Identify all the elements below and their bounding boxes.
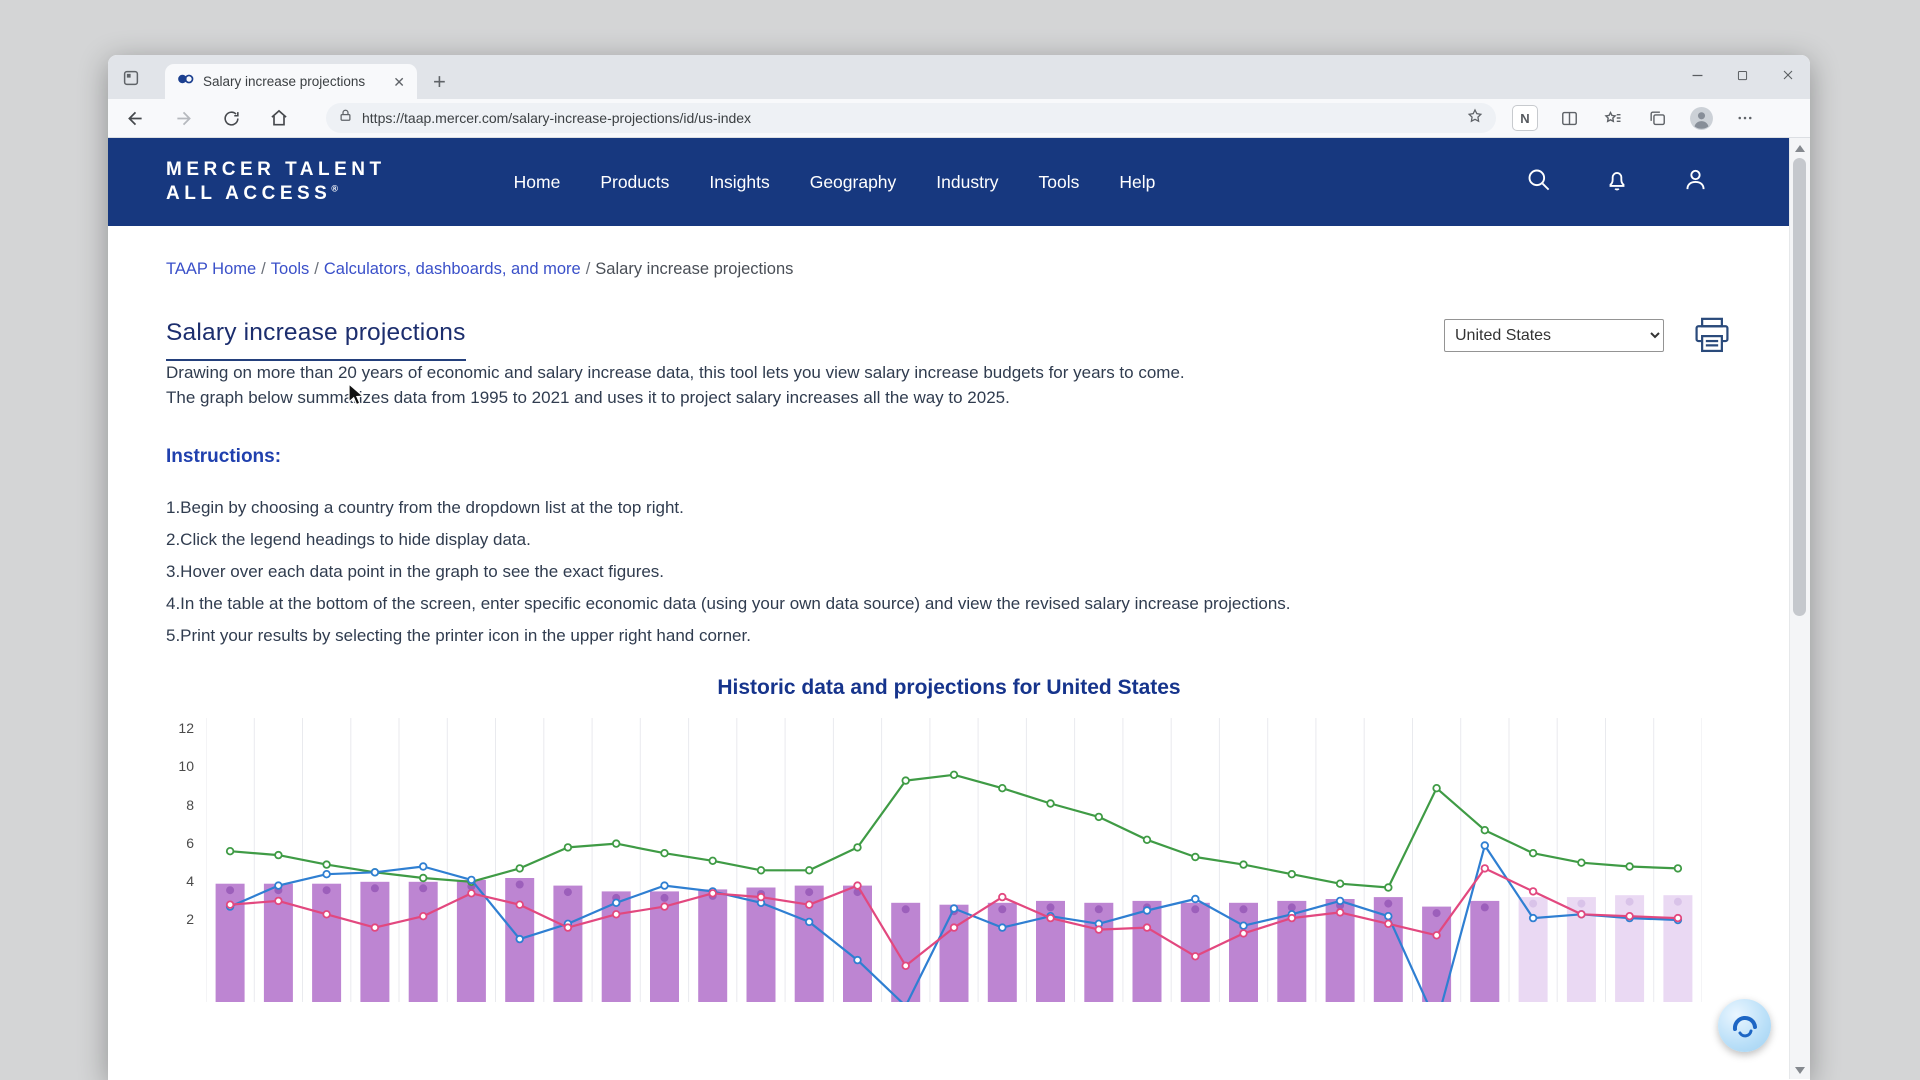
- page-content: TAAP Home/Tools/Calculators, dashboards,…: [108, 260, 1789, 1002]
- nav-item-home[interactable]: Home: [514, 172, 561, 193]
- salary-chart[interactable]: 2 4 6 8 10 12: [166, 718, 1732, 1002]
- tab-activity-icon[interactable]: [121, 68, 141, 88]
- breadcrumb-separator: /: [309, 260, 324, 278]
- web-page: MERCER TALENT ALL ACCESS® Home Products …: [108, 138, 1810, 1079]
- nav-item-geography[interactable]: Geography: [810, 172, 897, 193]
- nav-item-help[interactable]: Help: [1119, 172, 1155, 193]
- instruction-item: 1.Begin by choosing a country from the d…: [166, 492, 1732, 524]
- chat-widget-button[interactable]: [1718, 999, 1771, 1052]
- instructions-list: 1.Begin by choosing a country from the d…: [166, 492, 1732, 652]
- minimize-icon[interactable]: [1675, 55, 1720, 95]
- refresh-icon[interactable]: [214, 101, 248, 135]
- chat-widget-icon: [1728, 1009, 1762, 1043]
- desktop-background: Salary increase projections ✕ + https://…: [0, 0, 1920, 1080]
- nav-item-insights[interactable]: Insights: [709, 172, 769, 193]
- site-header: MERCER TALENT ALL ACCESS® Home Products …: [108, 138, 1789, 226]
- breadcrumb: TAAP Home/Tools/Calculators, dashboards,…: [166, 260, 1732, 279]
- instructions-heading: Instructions:: [166, 446, 1732, 468]
- scrollbar-thumb[interactable]: [1793, 158, 1806, 616]
- y-tick-label: 6: [186, 835, 194, 851]
- breadcrumb-tools[interactable]: Tools: [271, 260, 310, 278]
- tab-strip: Salary increase projections ✕ +: [108, 55, 1810, 99]
- printer-icon[interactable]: [1692, 317, 1732, 357]
- chart-plot-area[interactable]: [206, 718, 1702, 1002]
- y-tick-label: 10: [178, 758, 194, 774]
- tab-title: Salary increase projections: [203, 74, 380, 89]
- main-nav: Home Products Insights Geography Industr…: [514, 172, 1156, 193]
- close-tab-icon[interactable]: ✕: [389, 73, 409, 91]
- header-icons: [1525, 166, 1709, 198]
- y-tick-label: 2: [186, 911, 194, 927]
- nav-item-tools[interactable]: Tools: [1039, 172, 1080, 193]
- instruction-item: 5.Print your results by selecting the pr…: [166, 620, 1732, 652]
- window-controls: [1675, 55, 1810, 95]
- breadcrumb-taap-home[interactable]: TAAP Home: [166, 260, 256, 278]
- favorites-bar-icon[interactable]: [1598, 103, 1628, 133]
- breadcrumb-current: Salary increase projections: [595, 260, 793, 278]
- n-extension-icon[interactable]: N: [1510, 103, 1540, 133]
- profile-avatar-icon[interactable]: [1686, 103, 1716, 133]
- instruction-item: 4.In the table at the bottom of the scre…: [166, 588, 1732, 620]
- mercer-taap-logo: MERCER TALENT ALL ACCESS®: [166, 158, 386, 206]
- search-icon[interactable]: [1525, 166, 1552, 198]
- favorite-star-icon[interactable]: [1466, 107, 1484, 130]
- close-window-icon[interactable]: [1765, 55, 1810, 95]
- browser-tab[interactable]: Salary increase projections ✕: [165, 64, 417, 99]
- intro-paragraph-1: Drawing on more than 20 years of economi…: [166, 361, 1732, 386]
- title-row: Salary increase projections United State…: [166, 319, 1732, 361]
- chart-title: Historic data and projections for United…: [166, 676, 1732, 700]
- collections-icon[interactable]: [1642, 103, 1672, 133]
- maximize-icon[interactable]: [1720, 55, 1765, 95]
- url-bar[interactable]: https://taap.mercer.com/salary-increase-…: [326, 103, 1496, 133]
- forward-icon[interactable]: [166, 101, 200, 135]
- y-tick-label: 12: [178, 720, 194, 736]
- y-tick-label: 8: [186, 797, 194, 813]
- country-select[interactable]: United States: [1444, 319, 1664, 352]
- page-title: Salary increase projections: [166, 319, 466, 361]
- page-scrollbar[interactable]: [1789, 138, 1810, 1079]
- bell-icon[interactable]: [1604, 167, 1630, 198]
- more-menu-icon[interactable]: [1730, 103, 1760, 133]
- mercer-favicon: [177, 72, 194, 91]
- logo-line-1: MERCER TALENT: [166, 158, 386, 182]
- address-bar: https://taap.mercer.com/salary-increase-…: [108, 99, 1810, 138]
- scrollbar-down-icon[interactable]: [1795, 1067, 1805, 1074]
- split-screen-icon[interactable]: [1554, 103, 1584, 133]
- breadcrumb-separator: /: [581, 260, 596, 278]
- registered-mark: ®: [331, 184, 338, 194]
- instruction-item: 3.Hover over each data point in the grap…: [166, 556, 1732, 588]
- nav-item-industry[interactable]: Industry: [936, 172, 998, 193]
- lock-icon[interactable]: [338, 108, 353, 128]
- new-tab-icon[interactable]: +: [427, 71, 452, 93]
- logo-line-2: ALL ACCESS®: [166, 182, 386, 206]
- nav-item-products[interactable]: Products: [600, 172, 669, 193]
- intro-paragraph-2: The graph below summarizes data from 199…: [166, 386, 1732, 411]
- browser-toolbar: N: [1510, 103, 1760, 133]
- home-icon[interactable]: [262, 101, 296, 135]
- breadcrumb-calculators[interactable]: Calculators, dashboards, and more: [324, 260, 581, 278]
- url-text: https://taap.mercer.com/salary-increase-…: [362, 110, 1457, 126]
- user-icon[interactable]: [1682, 166, 1709, 198]
- breadcrumb-separator: /: [256, 260, 271, 278]
- y-tick-label: 4: [186, 873, 194, 889]
- chart-y-axis-labels: 2 4 6 8 10 12: [166, 718, 206, 1002]
- back-icon[interactable]: [118, 101, 152, 135]
- browser-window: Salary increase projections ✕ + https://…: [108, 55, 1810, 1080]
- instruction-item: 2.Click the legend headings to hide disp…: [166, 524, 1732, 556]
- scrollbar-up-icon[interactable]: [1795, 145, 1805, 152]
